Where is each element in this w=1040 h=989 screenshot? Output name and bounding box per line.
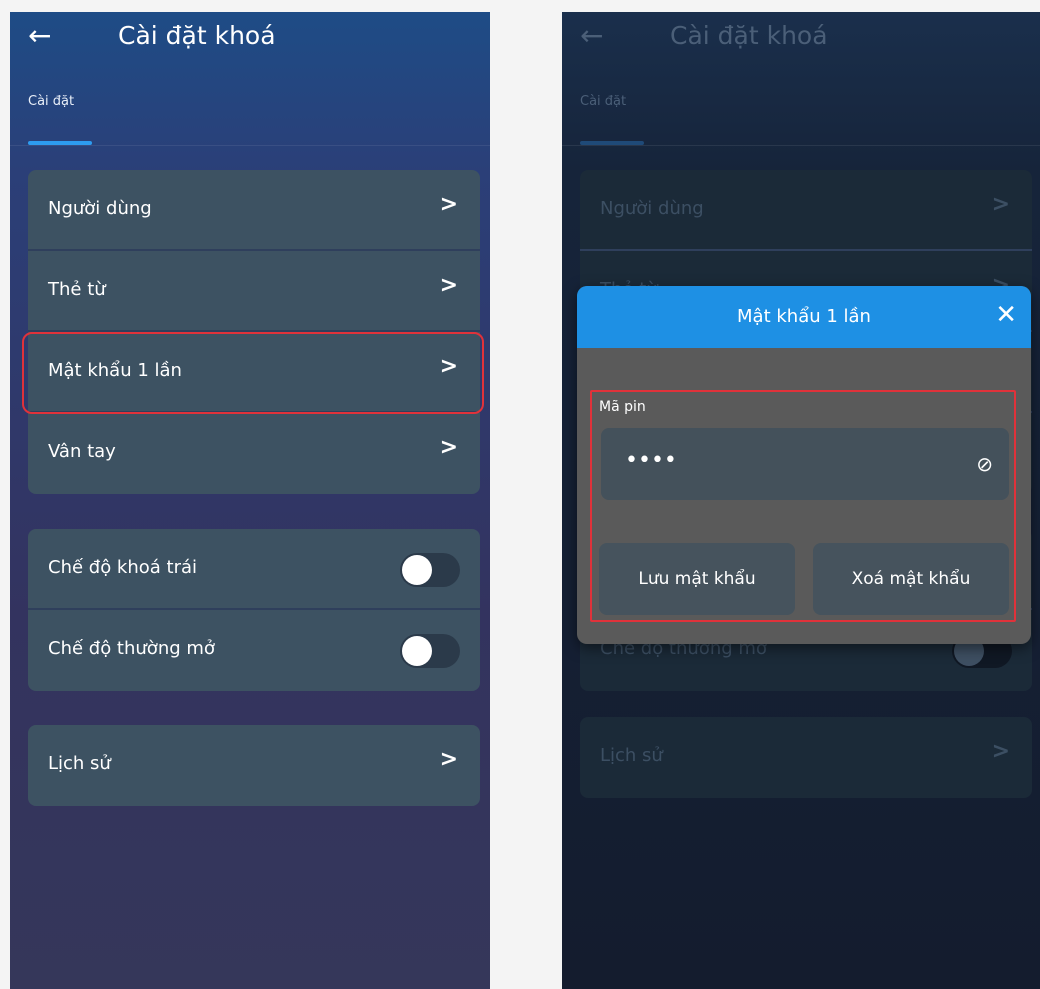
- close-icon[interactable]: ✕: [995, 300, 1017, 330]
- dialog-title: Mật khẩu 1 lần: [737, 306, 871, 327]
- menu-item-fingerprint[interactable]: Vân tay >: [28, 413, 480, 494]
- pin-label: Mã pin: [599, 399, 646, 415]
- pin-value: ••••: [625, 448, 677, 473]
- delete-password-button[interactable]: Xoá mật khẩu: [813, 543, 1009, 615]
- menu-item-label: Người dùng: [600, 198, 704, 219]
- menu-item-label: Người dùng: [48, 198, 152, 219]
- normally-open-toggle[interactable]: [400, 634, 460, 668]
- settings-screen-left: ← Cài đặt khoá Cài đặt Người dùng > Thẻ …: [10, 12, 490, 989]
- chevron-right-icon: >: [439, 354, 458, 379]
- menu-item-label: Thẻ từ: [48, 279, 106, 300]
- chevron-right-icon: >: [439, 192, 458, 217]
- save-password-button[interactable]: Lưu mật khẩu: [599, 543, 795, 615]
- menu-item-history[interactable]: Lịch sử >: [28, 725, 480, 806]
- page-title: Cài đặt khoá: [118, 21, 276, 50]
- toggle-knob: [402, 555, 432, 585]
- history-group: Lịch sử >: [580, 717, 1032, 798]
- history-group: Lịch sử >: [28, 725, 480, 806]
- toggle-row-normally-open: Chế độ thường mở: [28, 610, 480, 691]
- chevron-right-icon: >: [439, 747, 458, 772]
- back-arrow-icon[interactable]: ←: [28, 20, 60, 52]
- page-title: Cài đặt khoá: [670, 21, 828, 50]
- toggle-label: Chế độ khoá trái: [48, 557, 198, 578]
- tab-bar: Cài đặt: [562, 94, 1040, 146]
- tab-bar: Cài đặt: [10, 94, 490, 146]
- menu-item-otp[interactable]: Mật khẩu 1 lần >: [28, 332, 480, 413]
- menu-item-label: Mật khẩu 1 lần: [48, 360, 182, 381]
- menu-item-users[interactable]: Người dùng >: [28, 170, 480, 251]
- chevron-right-icon: >: [991, 192, 1010, 217]
- toggle-knob: [402, 636, 432, 666]
- dialog-header: Mật khẩu 1 lần ✕: [577, 286, 1031, 348]
- menu-item-label: Lịch sử: [48, 753, 111, 774]
- otp-dialog: Mật khẩu 1 lần ✕ Mã pin •••• ⊘ Lưu mật k…: [577, 286, 1031, 644]
- settings-screen-right: ← Cài đặt khoá Cài đặt Người dùng > Thẻ …: [562, 12, 1040, 989]
- pin-input[interactable]: •••• ⊘: [601, 428, 1009, 500]
- tab-settings[interactable]: Cài đặt: [28, 94, 74, 109]
- menu-item-users[interactable]: Người dùng >: [580, 170, 1032, 251]
- tab-indicator: [580, 141, 644, 145]
- lock-mode-toggle[interactable]: [400, 553, 460, 587]
- back-arrow-icon[interactable]: ←: [580, 20, 612, 52]
- app-bar: ← Cài đặt khoá: [10, 12, 490, 72]
- chevron-right-icon: >: [439, 435, 458, 460]
- eye-slash-icon[interactable]: ⊘: [976, 452, 993, 476]
- tab-settings[interactable]: Cài đặt: [580, 94, 626, 109]
- menu-item-history[interactable]: Lịch sử >: [580, 717, 1032, 798]
- menu-item-card[interactable]: Thẻ từ >: [28, 251, 480, 332]
- menu-item-label: Lịch sử: [600, 745, 663, 766]
- chevron-right-icon: >: [439, 273, 458, 298]
- app-bar: ← Cài đặt khoá: [562, 12, 1040, 72]
- toggle-label: Chế độ thường mở: [48, 638, 215, 659]
- menu-group: Người dùng > Thẻ từ > Mật khẩu 1 lần > V…: [28, 170, 480, 494]
- toggle-group: Chế độ khoá trái Chế độ thường mở: [28, 529, 480, 691]
- chevron-right-icon: >: [991, 739, 1010, 764]
- menu-item-label: Vân tay: [48, 441, 116, 462]
- toggle-row-lock-mode: Chế độ khoá trái: [28, 529, 480, 610]
- tab-indicator: [28, 141, 92, 145]
